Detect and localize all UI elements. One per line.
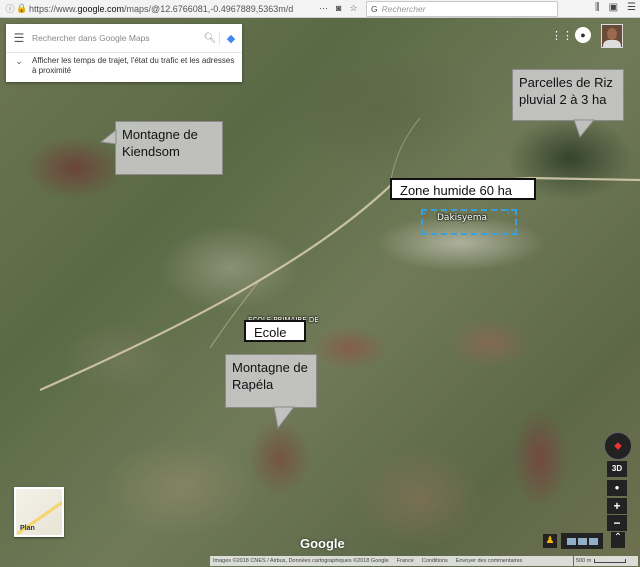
zoom-out-button[interactable]: − xyxy=(607,515,627,531)
avatar[interactable] xyxy=(601,24,623,48)
menu-icon[interactable]: ☰ xyxy=(627,2,636,13)
my-location-button[interactable]: ● xyxy=(607,480,627,496)
ecole-text: Ecole xyxy=(254,325,287,340)
info-icon[interactable]: ⓘ xyxy=(4,2,16,15)
google-logo: Google xyxy=(300,536,345,551)
sidebar-icon[interactable]: ▣ xyxy=(609,2,618,13)
hamburger-menu-icon[interactable]: ☰ xyxy=(6,31,32,45)
url-path: /maps/@12.6766081,-0.4967889,5363m/d xyxy=(124,3,294,14)
maps-search-input[interactable]: Rechercher dans Google Maps xyxy=(32,33,201,43)
ecole-label: Ecole xyxy=(244,320,306,342)
callout-kiendsom-text: Montagne de Kiendsom xyxy=(122,127,198,159)
url-host: google.com xyxy=(77,3,125,14)
expand-icon[interactable]: ⌃ xyxy=(611,532,625,548)
attribution-bar: Images ©2018 CNES / Airbus, Données cart… xyxy=(210,556,573,566)
callout-riz: Parcelles de Riz pluvial 2 à 3 ha xyxy=(512,69,624,121)
search-engine-icon: G xyxy=(371,4,378,14)
feedback-link[interactable]: Envoyer des commentaires xyxy=(456,558,523,564)
chevron-down-icon[interactable]: ⌄ xyxy=(6,56,32,76)
scale-line xyxy=(594,559,627,563)
imagery-credit: Images ©2018 CNES / Airbus, Données cart… xyxy=(213,558,389,564)
conditions-link[interactable]: Conditions xyxy=(422,558,448,564)
library-icon[interactable]: ⫼ xyxy=(595,2,600,13)
browser-toolbar: ⓘ 🔒 https://www.google.com/maps/@12.6766… xyxy=(0,0,640,18)
notifications-icon[interactable]: ● xyxy=(575,27,591,43)
callout-kiendsom-tail xyxy=(100,128,117,145)
callout-riz-tail xyxy=(573,119,596,139)
left-arrow-icon: ↕ xyxy=(422,206,427,216)
plan-layer-button[interactable]: Plan xyxy=(14,487,64,537)
browser-search-input[interactable]: G Rechercher xyxy=(366,1,558,17)
pocket-icon[interactable]: ◙ xyxy=(336,3,341,14)
browser-search-placeholder: Rechercher xyxy=(381,4,426,14)
pegman-icon[interactable]: ♟ xyxy=(543,534,557,548)
callout-rapela-tail xyxy=(273,406,296,430)
country-link[interactable]: France xyxy=(397,558,414,564)
callout-kiendsom: Montagne de Kiendsom xyxy=(115,121,223,175)
zone-humide-text: Zone humide 60 ha xyxy=(400,183,513,198)
search-icon[interactable]: 🔍︎ xyxy=(201,33,219,44)
nearby-hint[interactable]: Afficher les temps de trajet, l'état du … xyxy=(32,56,242,76)
maps-search-panel: ☰ Rechercher dans Google Maps 🔍︎ ◆ ⌄ Aff… xyxy=(6,24,242,82)
place-dakisyema[interactable]: Dakisyema xyxy=(437,213,487,223)
scale-bar[interactable]: 500 m xyxy=(574,556,638,566)
lock-icon: 🔒 xyxy=(16,3,28,13)
more-dots-icon[interactable]: ⋯ xyxy=(319,3,328,14)
star-icon[interactable]: ☆ xyxy=(349,3,357,14)
zone-humide-label: Zone humide 60 ha xyxy=(390,178,536,200)
callout-rapela-text: Montagne de Rapéla xyxy=(232,360,308,392)
compass-icon[interactable]: ⬥ xyxy=(604,432,632,460)
callout-rapela: Montagne de Rapéla xyxy=(225,354,317,408)
directions-icon[interactable]: ◆ xyxy=(219,31,242,45)
scale-label: 500 m xyxy=(576,558,592,564)
url-prefix: https://www. xyxy=(29,3,78,14)
zoom-in-button[interactable]: + xyxy=(607,498,627,514)
plan-label: Plan xyxy=(20,525,35,532)
tilt-3d-button[interactable]: 3D xyxy=(607,461,627,477)
callout-riz-text: Parcelles de Riz pluvial 2 à 3 ha xyxy=(519,75,613,107)
url-bar[interactable]: https://www.google.com/maps/@12.6766081,… xyxy=(29,4,299,14)
imagery-strip[interactable] xyxy=(561,533,603,549)
right-arrow-icon: ↕ xyxy=(506,206,511,216)
